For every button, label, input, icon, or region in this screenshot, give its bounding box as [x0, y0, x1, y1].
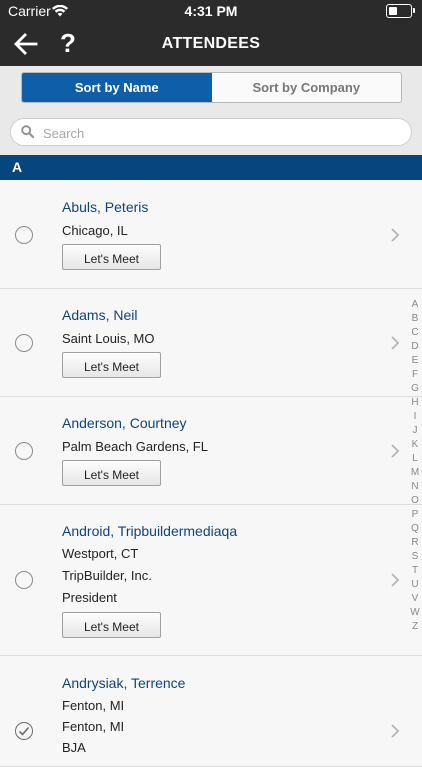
chevron-right-icon	[390, 444, 400, 458]
attendee-detail: Westport, CT	[62, 546, 139, 561]
lets-meet-button[interactable]: Let's Meet	[62, 612, 161, 638]
index-letter[interactable]: I	[409, 410, 421, 424]
search-bar	[0, 108, 422, 155]
index-letter[interactable]: N	[409, 480, 421, 494]
attendee-list: Abuls, Peteris Chicago, IL Let's Meet Ad…	[0, 180, 422, 767]
search-field[interactable]	[10, 118, 412, 146]
search-input[interactable]	[41, 122, 405, 144]
lets-meet-button[interactable]: Let's Meet	[62, 460, 161, 486]
sort-segmented-control: Sort by Name Sort by Company	[21, 72, 402, 103]
index-letter[interactable]: D	[409, 340, 421, 354]
attendee-detail: Chicago, IL	[62, 223, 128, 238]
attendee-detail: Palm Beach Gardens, FL	[62, 439, 208, 454]
index-letter[interactable]: A	[409, 298, 421, 312]
index-letter[interactable]: J	[409, 424, 421, 438]
search-icon	[21, 125, 34, 138]
index-letter[interactable]: B	[409, 312, 421, 326]
select-radio[interactable]	[15, 226, 33, 244]
attendee-title: President	[62, 590, 117, 605]
index-letter[interactable]: R	[409, 536, 421, 550]
index-letter[interactable]: C	[409, 326, 421, 340]
chevron-right-icon	[390, 724, 400, 738]
index-letter[interactable]: O	[409, 494, 421, 508]
index-letter[interactable]: M	[409, 466, 421, 480]
list-item[interactable]: Adams, Neil Saint Louis, MO Let's Meet	[0, 289, 422, 397]
index-letter[interactable]: U	[409, 578, 421, 592]
index-letter[interactable]: L	[409, 452, 421, 466]
chevron-right-icon	[390, 573, 400, 587]
clock: 4:31 PM	[184, 3, 238, 19]
page-title: ATTENDEES	[161, 35, 261, 52]
alphabet-index[interactable]: A B C D E F G H I J K L M N O P Q R S T …	[409, 298, 421, 634]
sort-bar: Sort by Name Sort by Company	[0, 66, 422, 108]
attendee-detail: Saint Louis, MO	[62, 331, 155, 346]
index-letter[interactable]: P	[409, 508, 421, 522]
list-item[interactable]: Andrysiak, Terrence Fenton, MI Fenton, M…	[0, 656, 422, 767]
index-letter[interactable]: F	[409, 368, 421, 382]
index-letter[interactable]: Z	[409, 620, 421, 634]
attendee-name[interactable]: Adams, Neil	[62, 307, 137, 323]
select-radio[interactable]	[15, 334, 33, 352]
list-item[interactable]: Android, Tripbuildermediaqa Westport, CT…	[0, 505, 422, 656]
index-letter[interactable]: E	[409, 354, 421, 368]
attendee-detail: Fenton, MI	[62, 698, 125, 713]
list-item[interactable]: Abuls, Peteris Chicago, IL Let's Meet	[0, 180, 422, 289]
sort-by-company-tab[interactable]: Sort by Company	[212, 73, 402, 102]
index-letter[interactable]: T	[409, 564, 421, 578]
index-letter[interactable]: K	[409, 438, 421, 452]
lets-meet-button[interactable]: Let's Meet	[62, 244, 161, 270]
index-letter[interactable]: S	[409, 550, 421, 564]
attendee-company: TripBuilder, Inc.	[62, 568, 152, 583]
attendee-company: Fenton, MI	[62, 719, 125, 734]
section-header-a: A	[0, 155, 422, 180]
attendee-title: BJA	[62, 740, 86, 755]
index-letter[interactable]: G	[409, 382, 421, 396]
chevron-right-icon	[390, 228, 400, 242]
index-letter[interactable]: W	[409, 606, 421, 620]
attendee-name[interactable]: Andrysiak, Terrence	[62, 675, 185, 691]
nav-bar: ? ATTENDEES	[0, 22, 422, 66]
battery-icon	[386, 4, 415, 18]
section-letter: A	[12, 159, 23, 175]
lets-meet-button[interactable]: Let's Meet	[62, 352, 161, 378]
attendee-name[interactable]: Android, Tripbuildermediaqa	[62, 523, 237, 539]
list-item[interactable]: Anderson, Courtney Palm Beach Gardens, F…	[0, 397, 422, 505]
sort-by-name-tab[interactable]: Sort by Name	[22, 73, 212, 102]
select-radio[interactable]	[15, 442, 33, 460]
attendee-name[interactable]: Anderson, Courtney	[62, 415, 187, 431]
chevron-right-icon	[390, 336, 400, 350]
attendee-name[interactable]: Abuls, Peteris	[62, 199, 148, 215]
index-letter[interactable]: Q	[409, 522, 421, 536]
status-bar: Carrier 4:31 PM	[0, 0, 422, 22]
index-letter[interactable]: V	[409, 592, 421, 606]
select-radio[interactable]	[15, 571, 33, 589]
index-letter[interactable]: H	[409, 396, 421, 410]
select-radio-checked[interactable]	[15, 722, 33, 740]
top-bar: Carrier 4:31 PM ? ATTENDEES	[0, 0, 422, 66]
